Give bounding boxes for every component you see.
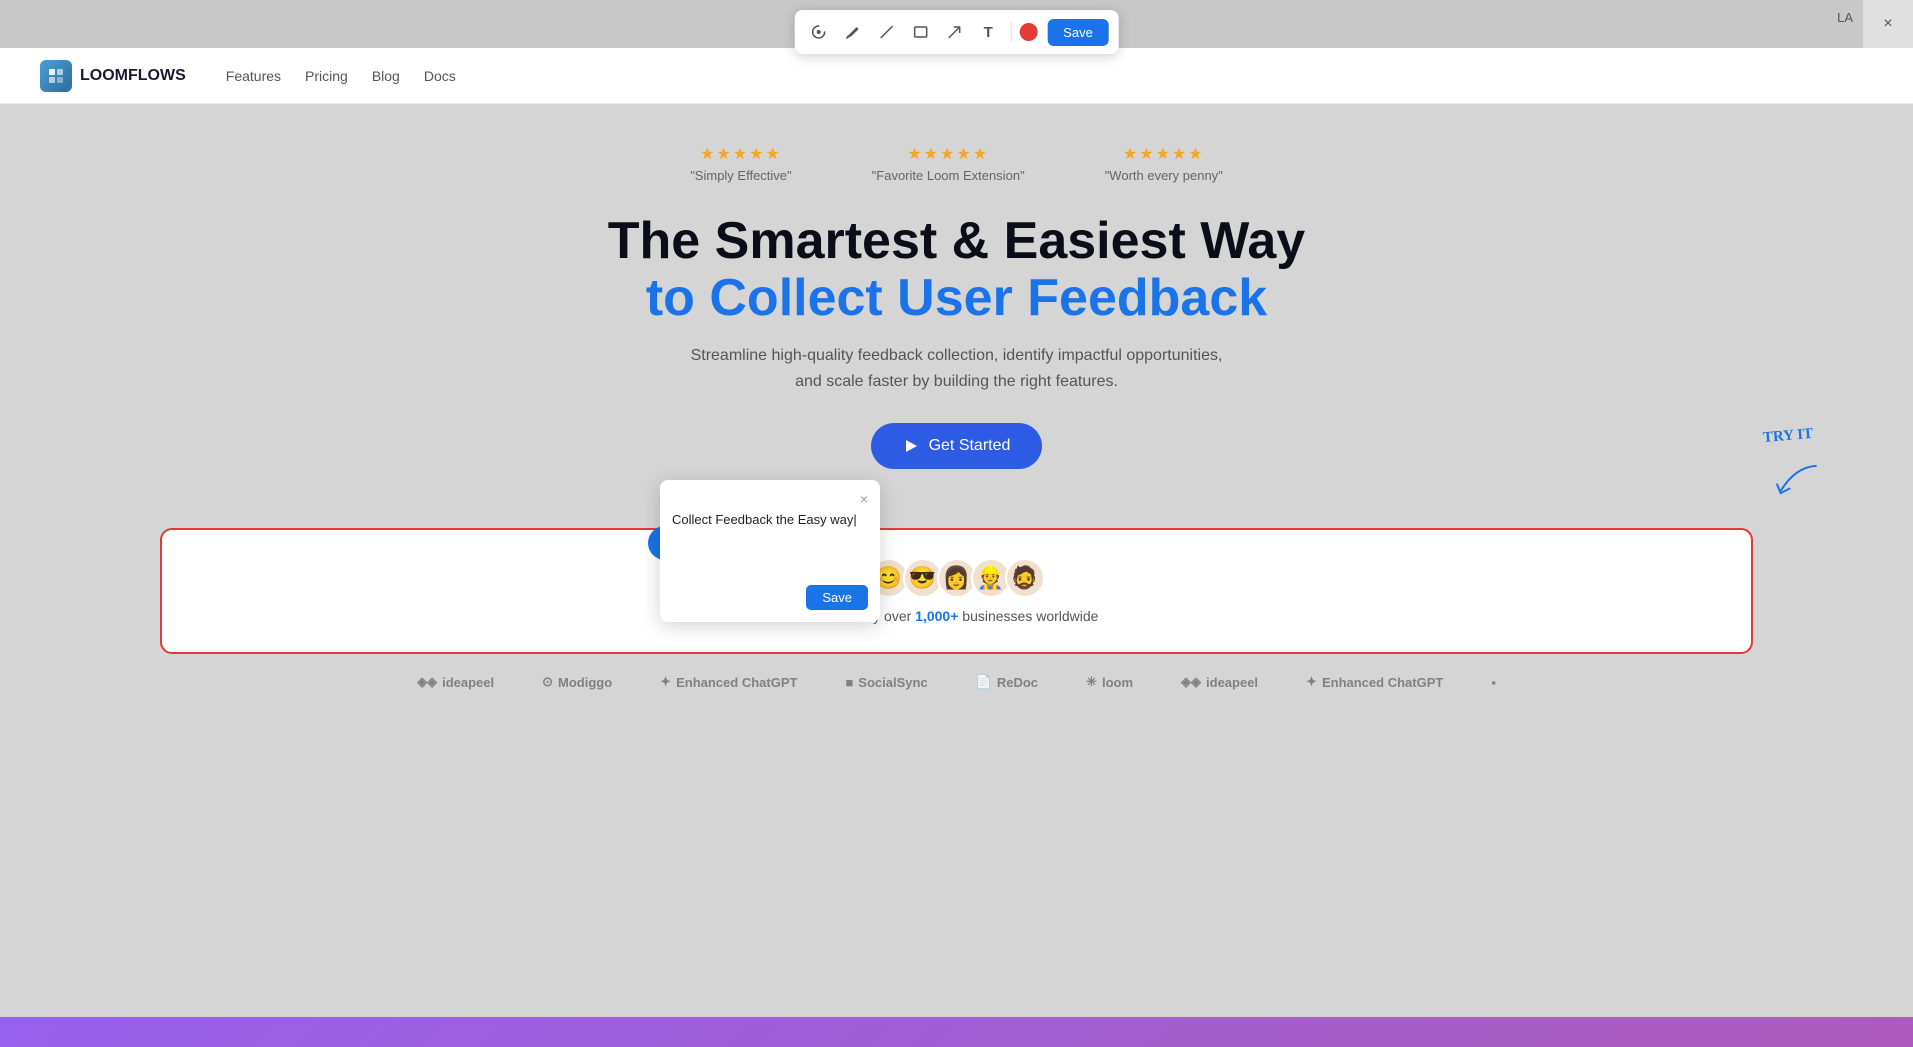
brand-ideapeel: ◈◈ ideapeel [417,674,494,690]
website-content: LOOMFLOWS Features Pricing Blog Docs ★★★… [0,48,1913,1047]
brand-name-5: ReDoc [997,675,1038,690]
brand-name-4: SocialSync [858,675,927,690]
review-stars-2: ★★★★★ [907,144,989,164]
text-tool[interactable]: T [974,18,1002,46]
comment-popup-header: × [672,492,868,506]
comment-textarea[interactable]: Collect Feedback the Easy way| [672,512,868,572]
hero-section: ★★★★★ "Simply Effective" ★★★★★ "Favorite… [0,104,1913,489]
pen-tool[interactable] [838,18,866,46]
lasso-tool[interactable] [804,18,832,46]
brand-icon-5: 📄 [976,674,992,690]
brand-loom: ✳ loom [1086,674,1133,690]
brand-icon-8: ✦ [1306,674,1317,690]
brand-unknown: ▪ [1491,675,1496,690]
hero-title-line1: The Smartest & Easiest Way [608,212,1305,270]
toolbar-divider [1010,22,1011,42]
nav-links: Features Pricing Blog Docs [226,68,456,84]
review-item-3: ★★★★★ "Worth every penny" [1105,144,1223,183]
brand-name-2: Modiggo [558,675,612,690]
review-stars-1: ★★★★★ [700,144,782,164]
logo-icon [40,60,72,92]
brand-icon-4: ■ [845,675,853,690]
avatar-5: 🧔 [1005,558,1045,598]
brand-icon-7: ◈◈ [1181,674,1201,690]
avatars-row: 😊 😎 👩 👷 🧔 [869,558,1045,598]
hero-title-line2: to Collect User Feedback [20,270,1893,327]
brand-enhanced-chatgpt: ✦ Enhanced ChatGPT [660,674,797,690]
review-stars-3: ★★★★★ [1123,144,1205,164]
review-label-1: "Simply Effective" [690,168,791,183]
brand-enhanced-chatgpt-2: ✦ Enhanced ChatGPT [1306,674,1443,690]
nav-docs[interactable]: Docs [424,68,456,84]
bottom-bar [0,1017,1913,1047]
brand-icon-3: ✦ [660,674,671,690]
trust-highlight: 1,000+ [915,608,958,624]
comment-save-button[interactable]: Save [806,585,868,610]
reviews-row: ★★★★★ "Simply Effective" ★★★★★ "Favorite… [20,144,1893,183]
trust-section: 😊 😎 👩 👷 🧔 Trusted by over 1,000+ busines… [160,528,1753,654]
brands-row: ◈◈ ideapeel ⊙ Modiggo ✦ Enhanced ChatGPT… [0,658,1913,706]
brand-name-6: loom [1102,675,1133,690]
cta-button[interactable]: Get Started [871,423,1043,469]
review-item-1: ★★★★★ "Simply Effective" [690,144,791,183]
toolbar-save-button[interactable]: Save [1047,19,1109,46]
hero-subtitle-line2: and scale faster by building the right f… [795,373,1118,390]
arrow-tool[interactable] [940,18,968,46]
logo: LOOMFLOWS [40,60,186,92]
brand-icon-6: ✳ [1086,674,1097,690]
nav-bar: LOOMFLOWS Features Pricing Blog Docs [0,48,1913,104]
record-button[interactable] [1019,23,1037,41]
user-initials: LA [1837,10,1853,25]
trust-suffix: businesses worldwide [958,608,1098,624]
nav-pricing[interactable]: Pricing [305,68,348,84]
brand-icon-2: ⊙ [542,674,553,690]
brand-icon-9: ▪ [1491,675,1496,690]
brand-name-7: ideapeel [1206,675,1258,690]
comment-close-button[interactable]: × [860,492,868,506]
brand-ideapeel-2: ◈◈ ideapeel [1181,674,1258,690]
brand-name-8: Enhanced ChatGPT [1322,675,1443,690]
browser-close-button[interactable]: × [1863,0,1913,48]
review-label-2: "Favorite Loom Extension" [872,168,1025,183]
cta-label: Get Started [929,437,1011,455]
hero-title: The Smartest & Easiest Way to Collect Us… [20,213,1893,327]
drawing-toolbar: T Save [794,10,1119,54]
comment-popup-footer: Save [672,585,868,610]
brand-redoc: 📄 ReDoc [976,674,1038,690]
try-it-arrow [1769,454,1826,508]
comment-popup: × Collect Feedback the Easy way| Save [660,480,880,622]
logo-text: LOOMFLOWS [80,67,186,85]
brand-icon-1: ◈◈ [417,674,437,690]
brand-modiggo: ⊙ Modiggo [542,674,612,690]
brand-name-1: ideapeel [442,675,494,690]
review-item-2: ★★★★★ "Favorite Loom Extension" [872,144,1025,183]
rect-tool[interactable] [906,18,934,46]
brand-socialsync: ■ SocialSync [845,675,927,690]
hero-subtitle: Streamline high-quality feedback collect… [20,343,1893,394]
line-tool[interactable] [872,18,900,46]
nav-blog[interactable]: Blog [372,68,400,84]
hero-subtitle-line1: Streamline high-quality feedback collect… [691,347,1223,364]
review-label-3: "Worth every penny" [1105,168,1223,183]
nav-features[interactable]: Features [226,68,281,84]
brand-name-3: Enhanced ChatGPT [676,675,797,690]
